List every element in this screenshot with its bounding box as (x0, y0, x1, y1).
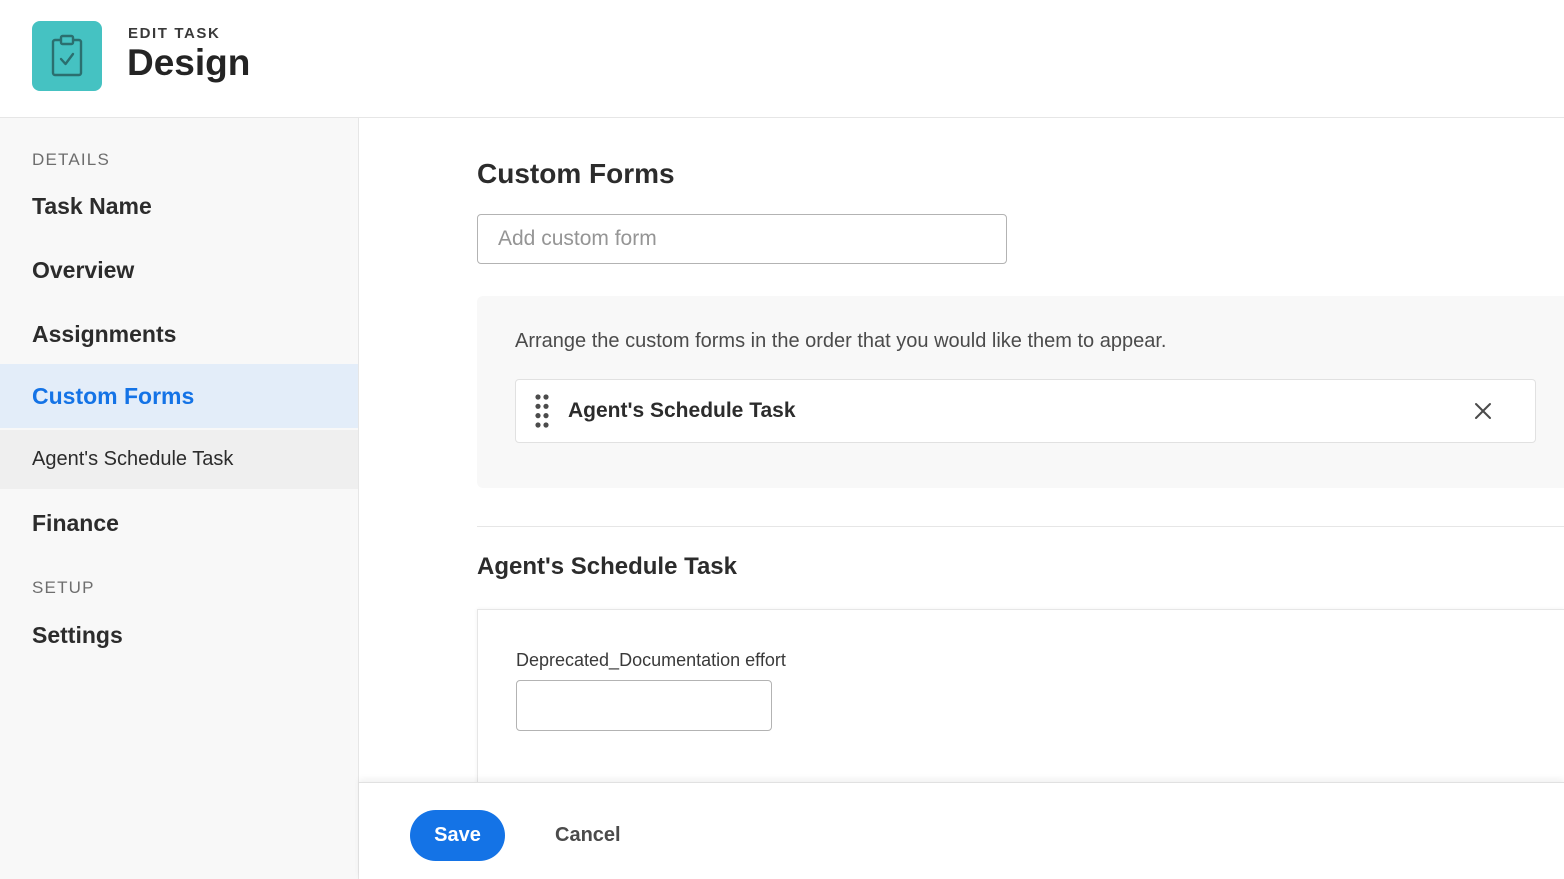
sidebar-item-label: Overview (32, 256, 135, 283)
sidebar-item-label: Settings (32, 621, 123, 648)
close-icon[interactable] (1471, 399, 1495, 423)
sidebar-item-assignments[interactable]: Assignments (0, 302, 358, 366)
sidebar-item-settings[interactable]: Settings (0, 603, 358, 667)
custom-forms-title: Custom Forms (477, 158, 675, 189)
drag-handle-icon[interactable] (534, 393, 550, 429)
sidebar-item-label: Assignments (32, 320, 177, 347)
save-button[interactable]: Save (410, 810, 505, 861)
main-content: Custom Forms Arrange the custom forms in… (359, 118, 1564, 782)
add-custom-form-input[interactable] (477, 214, 1007, 264)
form-order-panel: Arrange the custom forms in the order th… (477, 296, 1564, 488)
form-section-title: Agent's Schedule Task (477, 553, 738, 580)
clipboard-check-icon (32, 21, 102, 91)
footer-bar: Save Cancel (359, 782, 1564, 879)
page-title: Design (127, 42, 251, 83)
sidebar-item-label: Task Name (32, 192, 152, 219)
sidebar-section-setup: SETUP (32, 578, 95, 597)
section-divider (477, 526, 1564, 527)
custom-form-name: Agent's Schedule Task (568, 399, 796, 422)
sidebar-item-label: Finance (32, 509, 119, 536)
sidebar-nav: DETAILS Task Name Overview Assignments C… (0, 118, 359, 879)
form-fields-panel: Deprecated_Documentation effort (477, 609, 1564, 782)
field-label: Deprecated_Documentation effort (516, 650, 786, 670)
sidebar-item-task-name[interactable]: Task Name (0, 174, 358, 238)
header-kicker: EDIT TASK (128, 25, 221, 42)
documentation-effort-input[interactable] (516, 680, 772, 731)
form-order-hint: Arrange the custom forms in the order th… (515, 330, 1167, 352)
sidebar-item-overview[interactable]: Overview (0, 238, 358, 302)
sidebar-item-finance[interactable]: Finance (0, 491, 358, 555)
sidebar-section-details: DETAILS (32, 150, 110, 169)
cancel-button[interactable]: Cancel (539, 810, 637, 861)
sidebar-item-label: Agent's Schedule Task (32, 448, 234, 470)
custom-form-card[interactable]: Agent's Schedule Task (515, 379, 1536, 443)
page-header: EDIT TASK Design (0, 0, 1564, 118)
sidebar-item-label: Custom Forms (32, 382, 195, 409)
sidebar-item-custom-forms[interactable]: Custom Forms (0, 364, 358, 428)
sidebar-subitem-agents-schedule-task[interactable]: Agent's Schedule Task (0, 430, 358, 489)
